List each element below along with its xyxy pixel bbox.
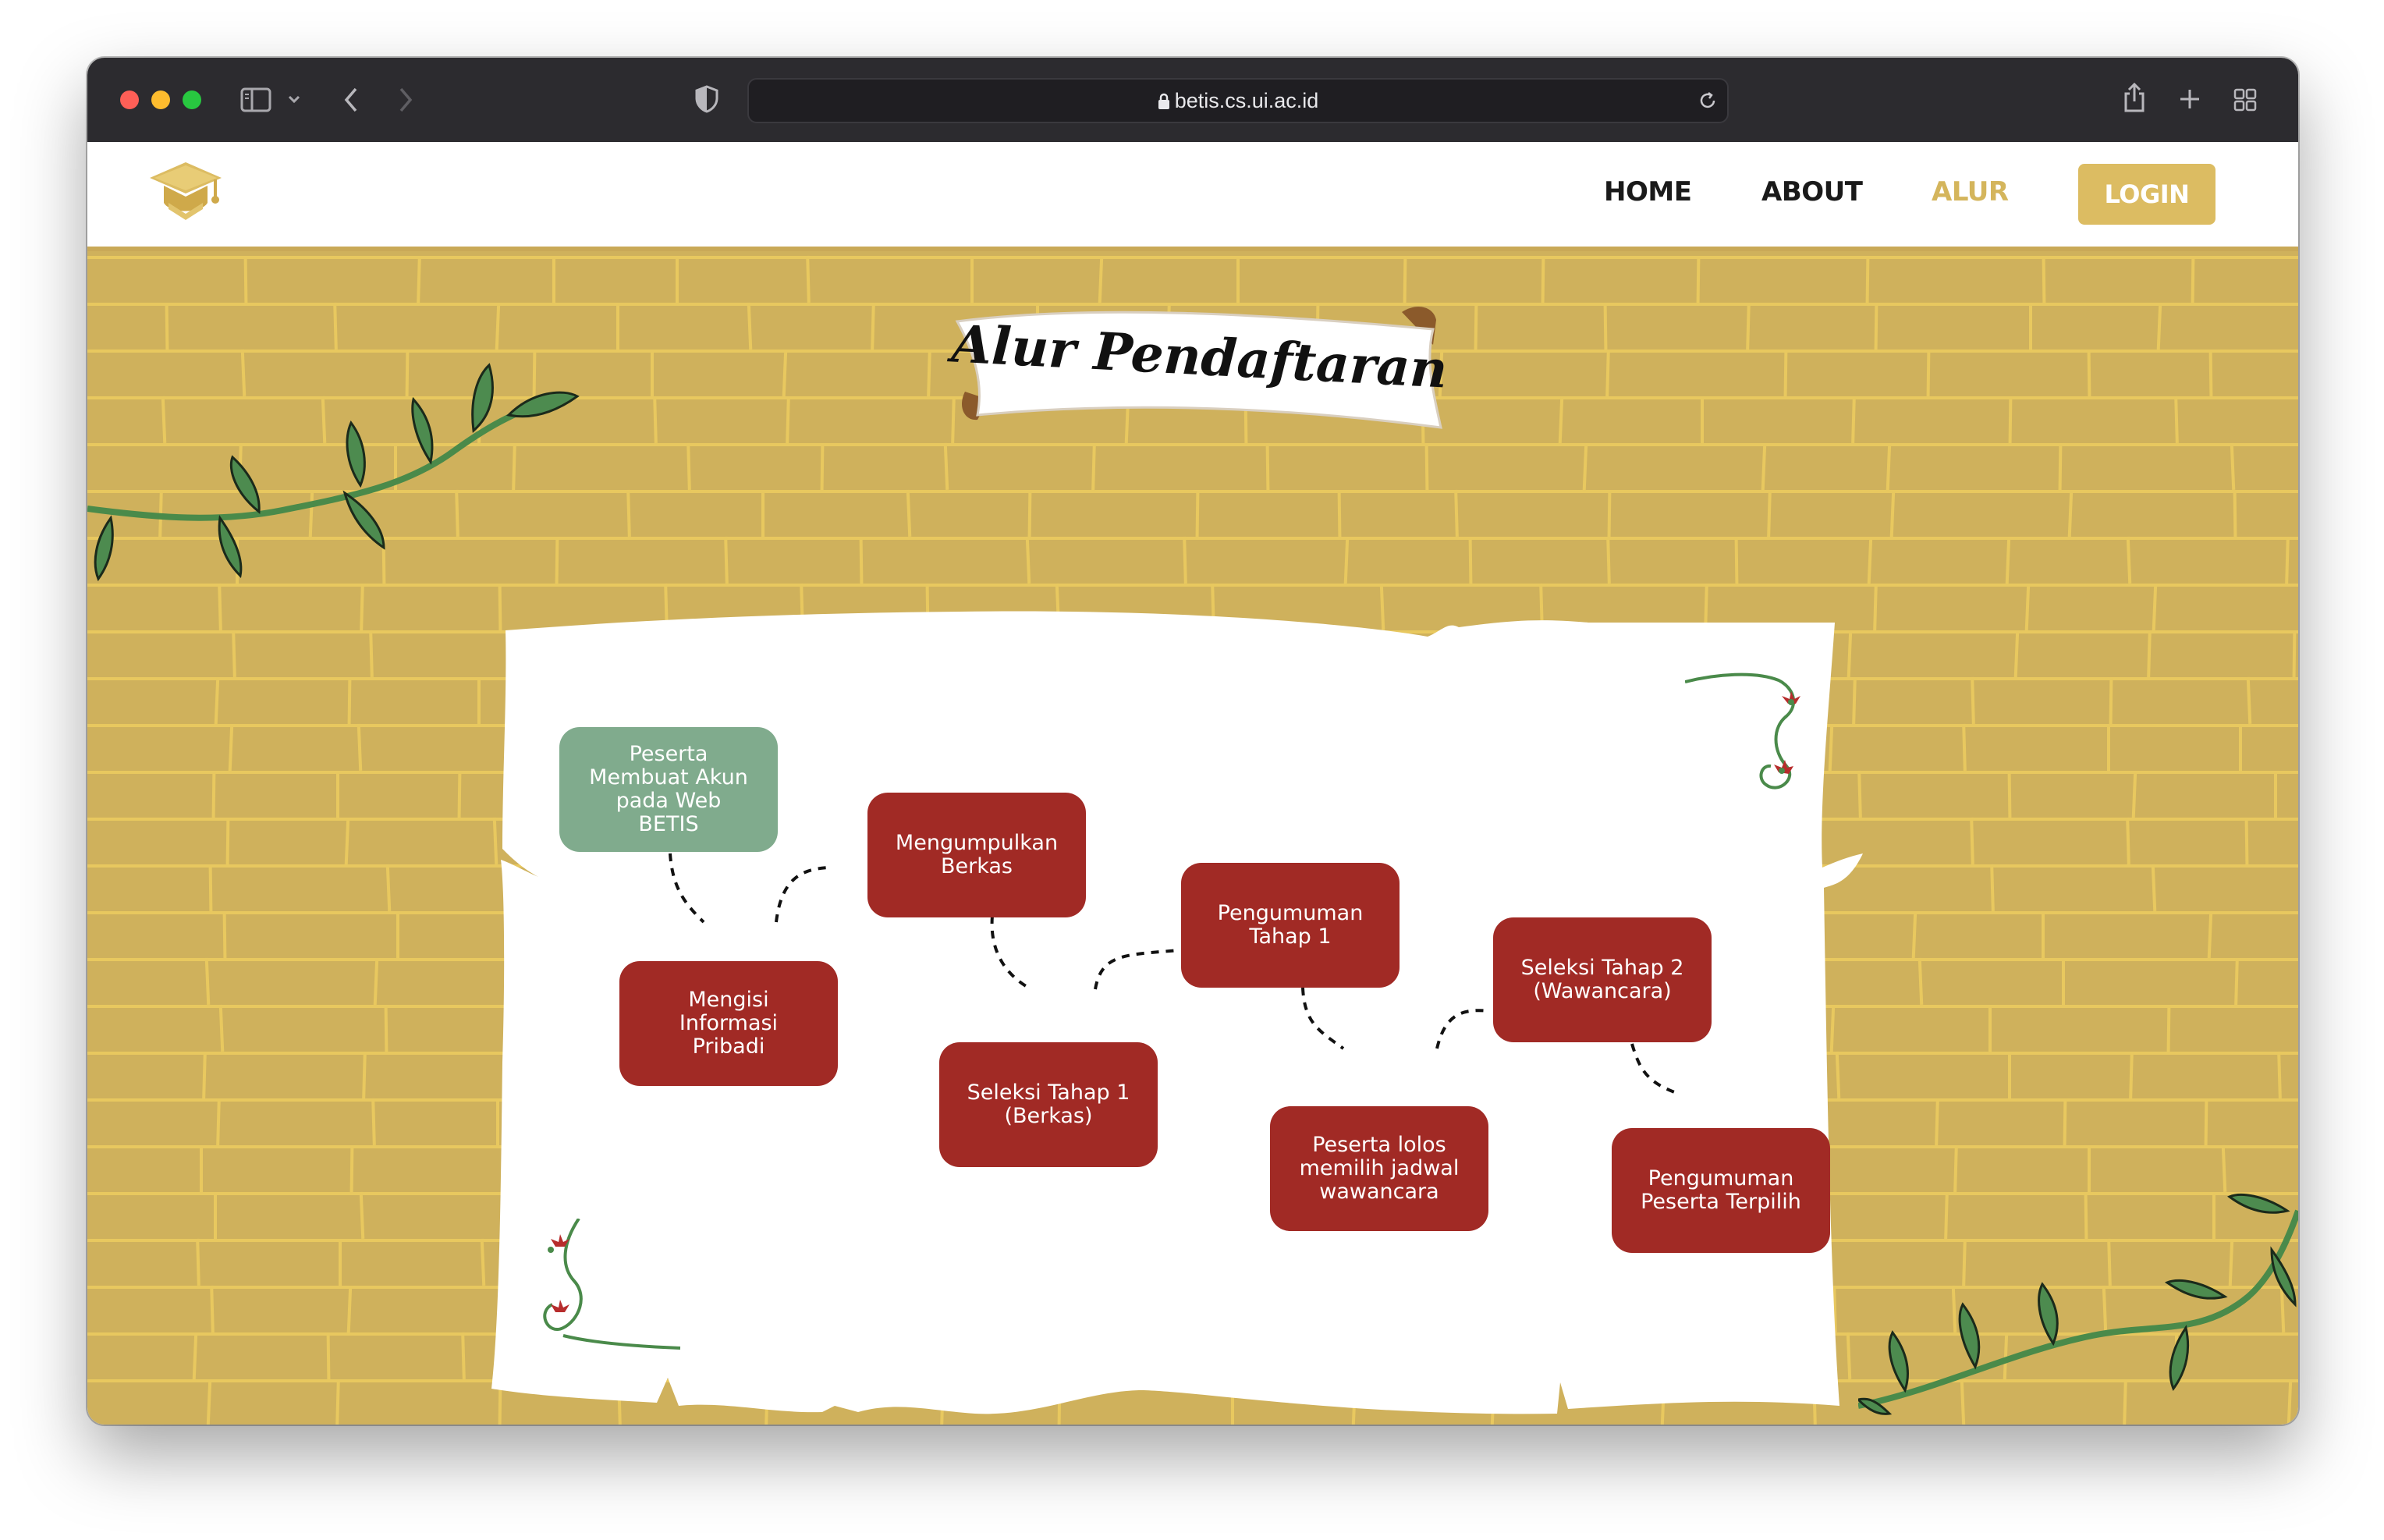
url-display[interactable]: betis.cs.ui.ac.id — [749, 80, 1727, 122]
flow-step-3: Mengumpulkan Berkas — [867, 793, 1086, 917]
flow-step-7: Seleksi Tahap 2 (Wawancara) — [1493, 917, 1712, 1042]
minimize-window-button[interactable] — [151, 90, 170, 109]
flow-step-5: Pengumuman Tahap 1 — [1181, 863, 1400, 988]
forward-icon[interactable] — [396, 86, 415, 114]
lock-icon — [1158, 93, 1169, 109]
flow-step-2: Mengisi Informasi Pribadi — [619, 961, 838, 1086]
flow-step-4: Seleksi Tahap 1 (Berkas) — [939, 1042, 1158, 1167]
connector-5-6 — [1301, 987, 1345, 1050]
nav-home-link[interactable]: HOME — [1604, 176, 1692, 208]
site-navbar: HOME ABOUT ALUR LOGIN — [87, 142, 2298, 251]
new-tab-icon[interactable] — [2178, 87, 2201, 111]
connector-4-5 — [1094, 949, 1180, 990]
connector-6-7 — [1435, 1009, 1491, 1049]
graduation-cap-icon[interactable] — [147, 158, 225, 228]
connector-3-4 — [990, 915, 1032, 991]
tab-overview-icon[interactable] — [2233, 87, 2258, 112]
chevron-down-icon[interactable] — [287, 94, 301, 105]
shield-icon[interactable] — [694, 84, 719, 114]
main-content: Alur Pendaftaran Peserta Membuat Akun pa… — [87, 251, 2298, 1425]
nav-about-link[interactable]: ABOUT — [1761, 176, 1863, 208]
close-window-button[interactable] — [120, 90, 139, 109]
reload-icon[interactable] — [1698, 90, 1718, 111]
connector-1-2 — [669, 853, 705, 924]
zoom-window-button[interactable] — [183, 90, 201, 109]
flow-step-1: Peserta Membuat Akun pada Web BETIS — [559, 727, 778, 852]
url-text: betis.cs.ui.ac.id — [1174, 89, 1319, 112]
nav-alur-link[interactable]: ALUR — [1932, 176, 2009, 208]
flow-step-8: Pengumuman Peserta Terpilih — [1612, 1128, 1830, 1253]
share-icon[interactable] — [2122, 81, 2147, 114]
address-bar[interactable]: betis.cs.ui.ac.id — [747, 78, 1729, 123]
back-icon[interactable] — [342, 86, 360, 114]
flow-step-6: Peserta lolos memilih jadwal wawancara — [1270, 1106, 1488, 1231]
sidebar-icon[interactable] — [240, 87, 271, 112]
connector-2-3 — [775, 866, 829, 923]
browser-toolbar: betis.cs.ui.ac.id — [87, 58, 2298, 142]
connector-7-8 — [1630, 1043, 1680, 1095]
login-button[interactable]: LOGIN — [2078, 164, 2215, 225]
flow-connectors — [669, 853, 1680, 1095]
browser-window: betis.cs.ui.ac.id HOME ABOUT ALUR LOGIN … — [87, 58, 2298, 1425]
